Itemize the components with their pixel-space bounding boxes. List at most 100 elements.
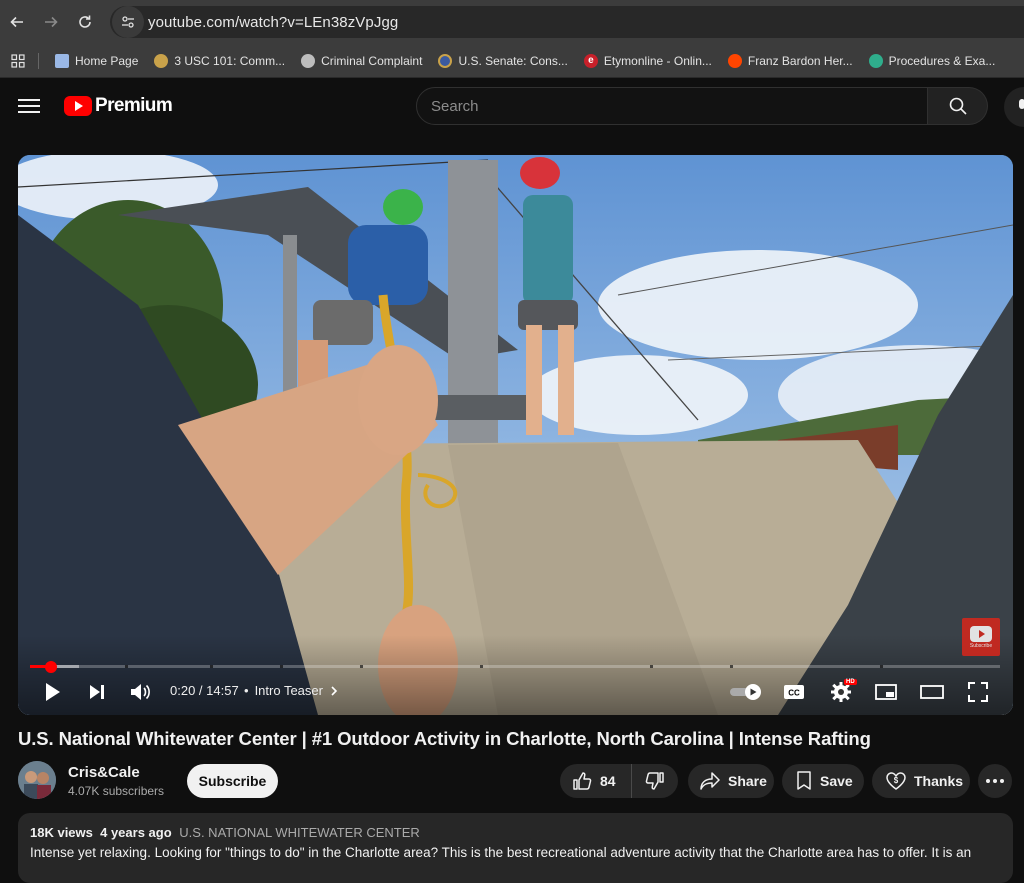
- description-text: Intense yet relaxing. Looking for "thing…: [30, 845, 972, 860]
- back-button[interactable]: [0, 5, 34, 39]
- chapter-marker: [125, 665, 128, 668]
- search-box[interactable]: [416, 87, 928, 125]
- save-label: Save: [820, 773, 853, 789]
- forward-button[interactable]: [34, 5, 68, 39]
- volume-button[interactable]: [126, 677, 156, 707]
- captions-icon: CC: [784, 685, 804, 699]
- bookmark-item[interactable]: Home Page: [47, 48, 146, 74]
- address-bar[interactable]: youtube.com/watch?v=LEn38zVpJgg: [110, 6, 1024, 38]
- bookmark-item[interactable]: 3 USC 101: Comm...: [146, 48, 293, 74]
- share-icon: [700, 772, 720, 790]
- search-input[interactable]: [431, 97, 927, 115]
- chapter-marker: [880, 665, 883, 668]
- hd-badge: HD: [844, 679, 857, 685]
- chapter-marker: [360, 665, 363, 668]
- search-button[interactable]: [928, 87, 988, 125]
- chapter-marker: [280, 665, 283, 668]
- captions-button[interactable]: CC: [781, 677, 807, 707]
- description-box[interactable]: 18K views 4 years ago U.S. NATIONAL WHIT…: [18, 813, 1013, 883]
- bookmark-item[interactable]: Criminal Complaint: [293, 48, 430, 74]
- fullscreen-button[interactable]: [964, 677, 992, 707]
- chapter-marker: [650, 665, 653, 668]
- avatar-image: [18, 761, 56, 799]
- miniplayer-button[interactable]: [872, 677, 900, 707]
- search-icon: [949, 97, 967, 115]
- bookmark-item[interactable]: Procedures & Exa...: [861, 48, 1004, 74]
- bookmarks-bar: Home Page 3 USC 101: Comm... Criminal Co…: [0, 44, 1024, 78]
- share-label: Share: [728, 773, 767, 789]
- next-button[interactable]: [82, 677, 112, 707]
- voice-search-button[interactable]: [1004, 87, 1024, 127]
- apps-button[interactable]: [0, 44, 36, 78]
- youtube-play-icon: [64, 96, 92, 116]
- like-button[interactable]: 84: [560, 764, 632, 798]
- share-button[interactable]: Share: [688, 764, 774, 798]
- chapter-marker: [480, 665, 483, 668]
- theater-mode-button[interactable]: [918, 677, 946, 707]
- bookmark-label: Home Page: [75, 53, 139, 68]
- autoplay-toggle[interactable]: [728, 677, 764, 707]
- controls-gradient: [18, 635, 1013, 715]
- mic-icon: [1019, 99, 1024, 109]
- bookmark-item[interactable]: U.S. Senate: Cons...: [430, 48, 575, 74]
- chapter-marker: [210, 665, 213, 668]
- channel-name[interactable]: Cris&Cale: [68, 764, 140, 781]
- heart-dollar-icon: $: [886, 772, 906, 790]
- youtube-play-icon: [970, 625, 992, 642]
- more-horizontal-icon: [986, 779, 1004, 783]
- site-info-button[interactable]: [112, 6, 144, 38]
- dislike-button[interactable]: [632, 764, 678, 798]
- save-button[interactable]: Save: [782, 764, 864, 798]
- description-meta: 18K views 4 years ago U.S. NATIONAL WHIT…: [30, 825, 1001, 840]
- arrow-right-icon: [45, 16, 58, 28]
- chapter-bullet: •: [244, 683, 249, 698]
- chevron-right-icon: [331, 685, 338, 696]
- menu-icon[interactable]: [16, 96, 42, 116]
- theater-icon: [920, 685, 944, 699]
- upload-age: 4 years ago: [100, 825, 172, 840]
- like-dislike-group: 84: [560, 764, 678, 798]
- subscriber-count: 4.07K subscribers: [68, 784, 165, 798]
- description-tag[interactable]: U.S. NATIONAL WHITEWATER CENTER: [179, 825, 420, 840]
- avatar[interactable]: [18, 761, 56, 799]
- bookmark-label: Procedures & Exa...: [888, 53, 996, 68]
- gem-icon: [868, 53, 883, 68]
- thumbs-down-icon: [645, 772, 664, 790]
- chapter-marker: [730, 665, 733, 668]
- progress-bar[interactable]: [30, 661, 1000, 673]
- svg-text:CC: CC: [788, 689, 800, 698]
- svg-text:$: $: [894, 776, 899, 785]
- bookmark-label: U.S. Senate: Cons...: [458, 53, 568, 68]
- youtube-logo[interactable]: Premium: [64, 94, 173, 118]
- seal-icon: [438, 53, 453, 68]
- chapter-title: Intro Teaser: [254, 683, 323, 698]
- arrow-left-icon: [10, 16, 23, 28]
- volume-icon: [131, 684, 150, 700]
- chapter-button[interactable]: • Intro Teaser: [244, 683, 339, 698]
- subscribe-button[interactable]: Subscribe: [187, 764, 278, 798]
- play-icon: [46, 683, 60, 701]
- video-title: U.S. National Whitewater Center | #1 Out…: [18, 728, 871, 749]
- bookmarks-divider: [38, 52, 39, 69]
- tune-icon: [122, 16, 134, 28]
- subscribe-watermark[interactable]: Subscribe: [962, 618, 1000, 656]
- autoplay-toggle-icon: [730, 684, 761, 700]
- url-text[interactable]: youtube.com/watch?v=LEn38zVpJgg: [148, 14, 398, 31]
- skip-next-icon: [90, 685, 104, 699]
- browser-toolbar: youtube.com/watch?v=LEn38zVpJgg: [0, 0, 1024, 44]
- bookmark-item[interactable]: Franz Bardon Her...: [720, 48, 861, 74]
- time-display: 0:20 / 14:57: [170, 683, 239, 698]
- more-actions-button[interactable]: [978, 764, 1012, 798]
- bookmark-label: Franz Bardon Her...: [747, 53, 853, 68]
- reload-button[interactable]: [68, 5, 102, 39]
- bookmark-icon: [797, 771, 811, 790]
- play-button[interactable]: [38, 677, 68, 707]
- seal-icon: [154, 53, 169, 68]
- view-count: 18K views: [30, 825, 93, 840]
- e-icon: e: [583, 53, 598, 68]
- bookmark-item[interactable]: e Etymonline - Onlin...: [576, 48, 720, 74]
- thanks-button[interactable]: $ Thanks: [872, 764, 970, 798]
- video-player[interactable]: 0:20 / 14:57 • Intro Teaser CC HD Subscr…: [18, 155, 1013, 715]
- settings-button[interactable]: HD: [826, 677, 857, 707]
- watermark-label: Subscribe: [969, 642, 993, 649]
